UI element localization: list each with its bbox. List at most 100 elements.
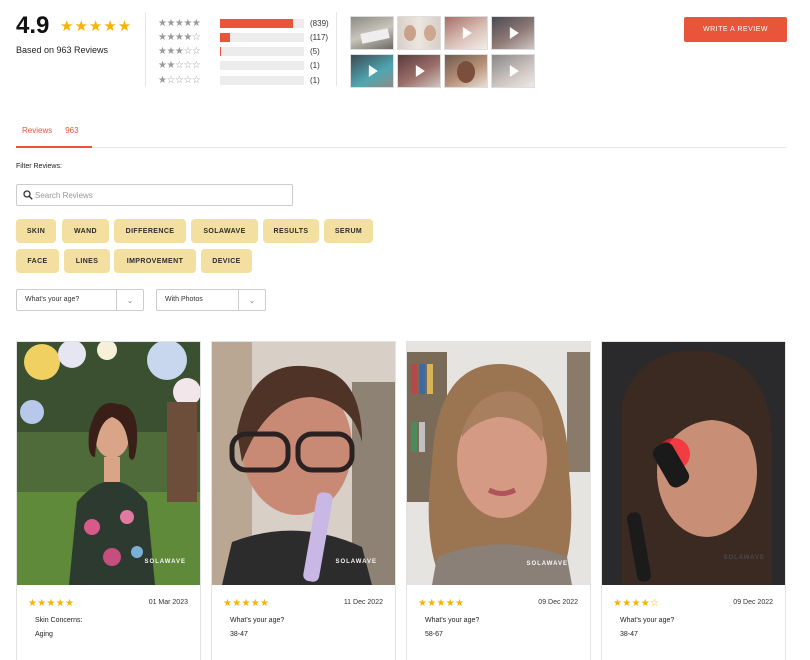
chip-skin[interactable]: SKIN <box>16 219 56 243</box>
product-box-icon <box>360 28 390 44</box>
media-thumb[interactable] <box>444 54 488 88</box>
distribution-stars: ★★★★★ <box>158 17 201 29</box>
review-question: What's your age? <box>620 617 675 624</box>
distribution-row-2[interactable]: ★★☆☆☆ (1) <box>158 59 348 73</box>
chevron-down-icon: ⌄ <box>116 290 143 310</box>
distribution-stars: ★★☆☆☆ <box>158 60 201 72</box>
distribution-row-4[interactable]: ★★★★☆ (117) <box>158 30 348 44</box>
filter-label: Filter Reviews: <box>16 163 62 170</box>
distribution-stars: ★★★☆☆ <box>158 46 201 58</box>
average-stars: ★★★★★ <box>60 18 133 35</box>
distribution-row-1[interactable]: ★☆☆☆☆ (1) <box>158 73 348 87</box>
chip-solawave[interactable]: SOLAWAVE <box>191 219 258 243</box>
review-stars: ★★★★★ <box>418 598 465 609</box>
after-face-icon <box>424 25 436 41</box>
distribution-bar <box>220 75 304 85</box>
chip-results[interactable]: RESULTS <box>263 219 319 243</box>
review-answer: 58-67 <box>425 631 443 638</box>
play-icon <box>368 65 378 77</box>
media-thumb[interactable] <box>350 16 394 50</box>
age-select-value: What's your age? <box>25 296 80 303</box>
distribution-stars: ★★★★☆ <box>158 31 201 43</box>
age-select[interactable]: What's your age? ⌄ <box>16 289 144 311</box>
review-photo[interactable]: SOLAWAVE <box>212 342 395 585</box>
review-card[interactable]: SOLAWAVE ★★★★★ 09 Dec 2022 What's your a… <box>406 341 591 660</box>
distribution-count: (1) <box>310 75 320 85</box>
photo-watermark: SOLAWAVE <box>335 559 377 565</box>
review-question: Skin Concerns: <box>35 617 83 624</box>
review-card[interactable]: SOLAWAVE ★★★★★ 11 Dec 2022 What's your a… <box>211 341 396 660</box>
chip-wand[interactable]: WAND <box>62 219 109 243</box>
review-photo-image <box>17 342 200 585</box>
tab-reviews[interactable]: Reviews 963 <box>16 114 92 148</box>
media-gallery <box>350 16 540 92</box>
review-photo[interactable]: SOLAWAVE <box>602 342 785 585</box>
distribution-bar <box>220 32 304 42</box>
chip-device[interactable]: DEVICE <box>201 249 252 273</box>
photo-watermark: SOLAWAVE <box>526 561 568 567</box>
reviews-summary: 4.9 ★★★★★ Based on 963 Reviews ★★★★★ (83… <box>16 12 796 96</box>
average-rating: 4.9 <box>16 12 50 39</box>
review-answer: 38-47 <box>230 631 248 638</box>
review-answer: 38-47 <box>620 631 638 638</box>
play-icon <box>415 65 425 77</box>
media-thumb[interactable] <box>491 16 535 50</box>
review-date: 11 Dec 2022 <box>343 599 383 606</box>
distribution-bar <box>220 47 304 57</box>
review-photo[interactable]: SOLAWAVE <box>17 342 200 585</box>
photo-watermark: SOLAWAVE <box>723 555 765 561</box>
photos-select-value: With Photos <box>165 296 203 303</box>
play-icon <box>509 27 519 39</box>
distribution-fill <box>220 18 294 28</box>
distribution-bar <box>220 61 304 71</box>
search-input[interactable] <box>35 188 285 203</box>
media-thumb[interactable] <box>350 54 394 88</box>
review-answer: Aging <box>35 631 53 638</box>
photo-watermark: SOLAWAVE <box>144 559 186 565</box>
review-tabs: Reviews 963 <box>16 114 787 148</box>
distribution-count: (117) <box>310 32 329 42</box>
review-date: 09 Dec 2022 <box>538 599 578 606</box>
tab-count: 963 <box>65 125 79 135</box>
photos-select[interactable]: With Photos ⌄ <box>156 289 266 311</box>
chip-lines[interactable]: LINES <box>64 249 110 273</box>
review-date: 09 Dec 2022 <box>733 599 773 606</box>
media-thumb[interactable] <box>397 16 441 50</box>
play-icon <box>462 27 472 39</box>
review-photo-image <box>602 342 785 585</box>
review-question: What's your age? <box>230 617 285 624</box>
review-card[interactable]: SOLAWAVE ★★★★★ 01 Mar 2023 Skin Concerns… <box>16 341 201 660</box>
write-review-button[interactable]: WRITE A REVIEW <box>684 17 787 42</box>
review-stars: ★★★★★ <box>223 598 270 609</box>
chip-improvement[interactable]: IMPROVEMENT <box>114 249 196 273</box>
divider <box>336 12 337 86</box>
media-thumb[interactable] <box>491 54 535 88</box>
before-face-icon <box>404 25 416 41</box>
chip-face[interactable]: FACE <box>16 249 59 273</box>
review-photo[interactable]: SOLAWAVE <box>407 342 590 585</box>
distribution-row-5[interactable]: ★★★★★ (839) <box>158 16 348 30</box>
review-date: 01 Mar 2023 <box>148 599 188 606</box>
review-photo-image <box>407 342 590 585</box>
search-box <box>16 184 293 206</box>
chip-difference[interactable]: DIFFERENCE <box>114 219 186 243</box>
distribution-count: (5) <box>310 47 320 57</box>
distribution-count: (1) <box>310 61 320 71</box>
review-stars: ★★★★★ <box>28 598 75 609</box>
chip-serum[interactable]: SERUM <box>324 219 373 243</box>
divider <box>145 12 146 86</box>
based-on-count: Based on 963 Reviews <box>16 45 109 55</box>
play-icon <box>509 65 519 77</box>
search-icon <box>23 190 33 200</box>
media-thumb[interactable] <box>444 16 488 50</box>
review-question: What's your age? <box>425 617 480 624</box>
review-stars: ★★★★☆ <box>613 598 660 609</box>
review-card[interactable]: SOLAWAVE ★★★★☆ 09 Dec 2022 What's your a… <box>601 341 786 660</box>
tab-label: Reviews <box>22 125 53 135</box>
distribution-stars: ★☆☆☆☆ <box>158 74 201 86</box>
distribution-fill <box>220 47 222 57</box>
distribution-row-3[interactable]: ★★★☆☆ (5) <box>158 45 348 59</box>
media-thumb[interactable] <box>397 54 441 88</box>
distribution-count: (839) <box>310 18 329 28</box>
chevron-down-icon: ⌄ <box>238 290 265 310</box>
